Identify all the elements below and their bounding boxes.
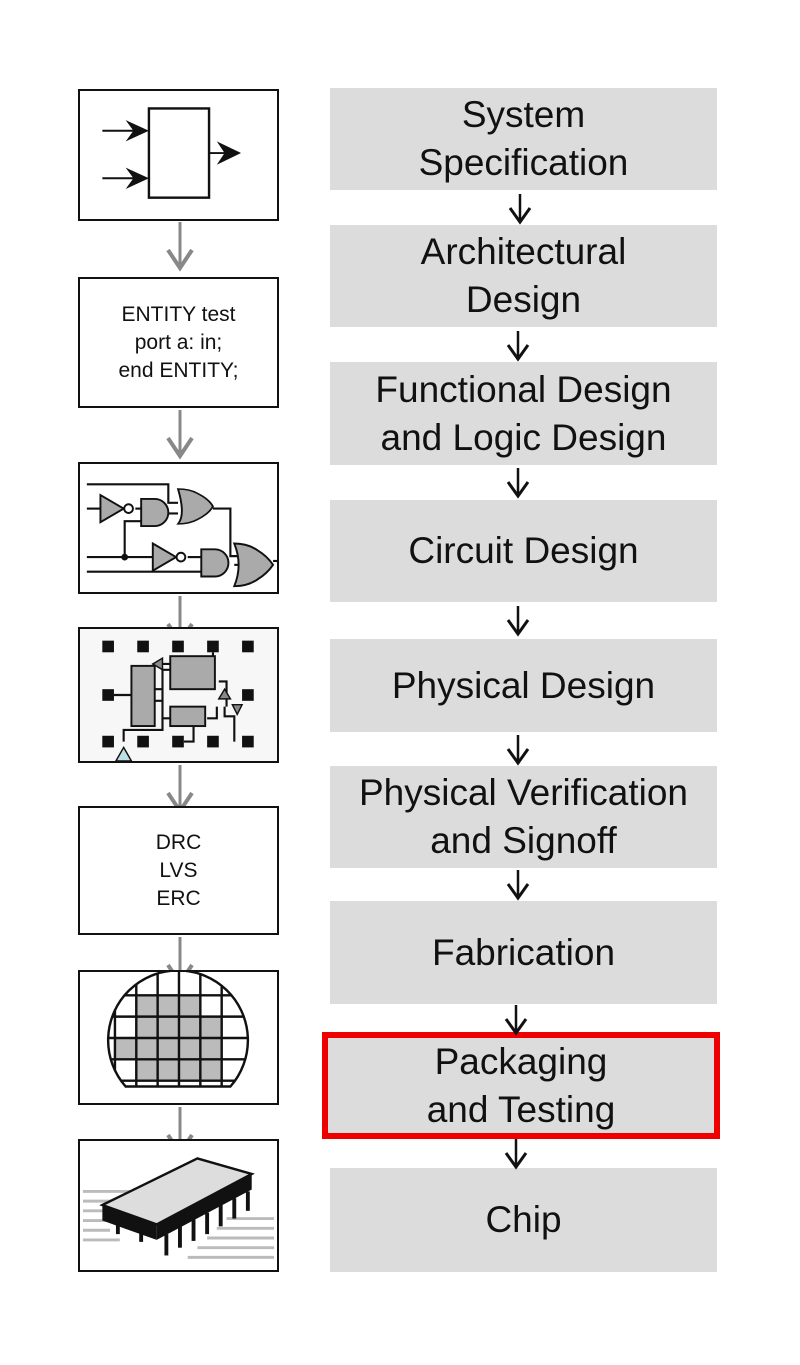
verification-icon: DRC LVS ERC — [80, 829, 277, 913]
stage-packaging-testing: Packaging and Testing — [322, 1032, 720, 1139]
stage-label: Architectural — [420, 231, 627, 272]
block-diagram-panel — [78, 89, 279, 221]
arrow-down-icon — [166, 408, 194, 458]
stage-label: Fabrication — [431, 931, 616, 973]
hdl-code-icon: ENTITY test port a: in; end ENTITY; — [80, 301, 277, 385]
code-line: end ENTITY; — [118, 358, 239, 382]
check-label: LVS — [159, 858, 198, 882]
stage-label: Chip — [485, 1199, 562, 1240]
stage-label: Physical Design — [391, 664, 656, 706]
wafer-panel — [78, 970, 279, 1105]
arrow-down-icon — [166, 220, 194, 270]
arrow-down-icon — [506, 329, 530, 361]
arrow-down-icon — [506, 868, 530, 900]
arrow-down-icon — [504, 1137, 528, 1169]
stage-label: Circuit Design — [408, 530, 639, 571]
arrow-down-icon — [508, 192, 532, 224]
stage-label: and Testing — [426, 1088, 616, 1130]
stage-label: Packaging — [434, 1040, 608, 1082]
logic-gates-icon — [86, 483, 277, 588]
design-flow-diagram: System Specification Architectural Desig… — [0, 0, 800, 1365]
code-line: port a: in; — [134, 330, 223, 354]
stage-label: and Logic Design — [380, 416, 667, 458]
logic-gates-panel — [78, 462, 279, 594]
arrow-down-icon — [506, 733, 530, 765]
code-line: ENTITY test — [121, 302, 236, 326]
stage-chip: Chip — [330, 1168, 717, 1272]
arrow-down-icon — [166, 763, 194, 813]
arrow-down-icon — [506, 604, 530, 636]
layout-panel — [78, 627, 279, 763]
stage-fabrication: Fabrication — [330, 901, 717, 1004]
stage-physical-design: Physical Design — [330, 639, 717, 732]
check-label: ERC — [156, 886, 201, 910]
arrow-down-icon — [506, 466, 530, 498]
stage-label: Specification — [418, 142, 629, 183]
stage-circuit-design: Circuit Design — [330, 500, 717, 602]
arrow-down-icon — [504, 1003, 528, 1035]
stage-label: Functional Design — [375, 368, 672, 410]
stage-label: Physical Verification — [358, 772, 689, 813]
ic-chip-panel — [78, 1139, 279, 1272]
wafer-icon — [106, 972, 250, 1088]
hdl-code-panel: ENTITY test port a: in; end ENTITY; — [78, 277, 279, 408]
stage-architectural-design: Architectural Design — [330, 225, 717, 327]
stage-label: Design — [465, 279, 582, 320]
ic-chip-icon — [82, 1157, 275, 1259]
block-diagram-icon — [102, 107, 242, 199]
check-label: DRC — [155, 830, 202, 854]
verification-panel: DRC LVS ERC — [78, 806, 279, 935]
stage-label: System — [461, 94, 586, 135]
stage-functional-logic-design: Functional Design and Logic Design — [330, 362, 717, 465]
stage-label: and Signoff — [430, 820, 617, 861]
stage-physical-verification-signoff: Physical Verification and Signoff — [330, 766, 717, 868]
layout-icon — [102, 640, 254, 761]
stage-system-specification: System Specification — [330, 88, 717, 190]
